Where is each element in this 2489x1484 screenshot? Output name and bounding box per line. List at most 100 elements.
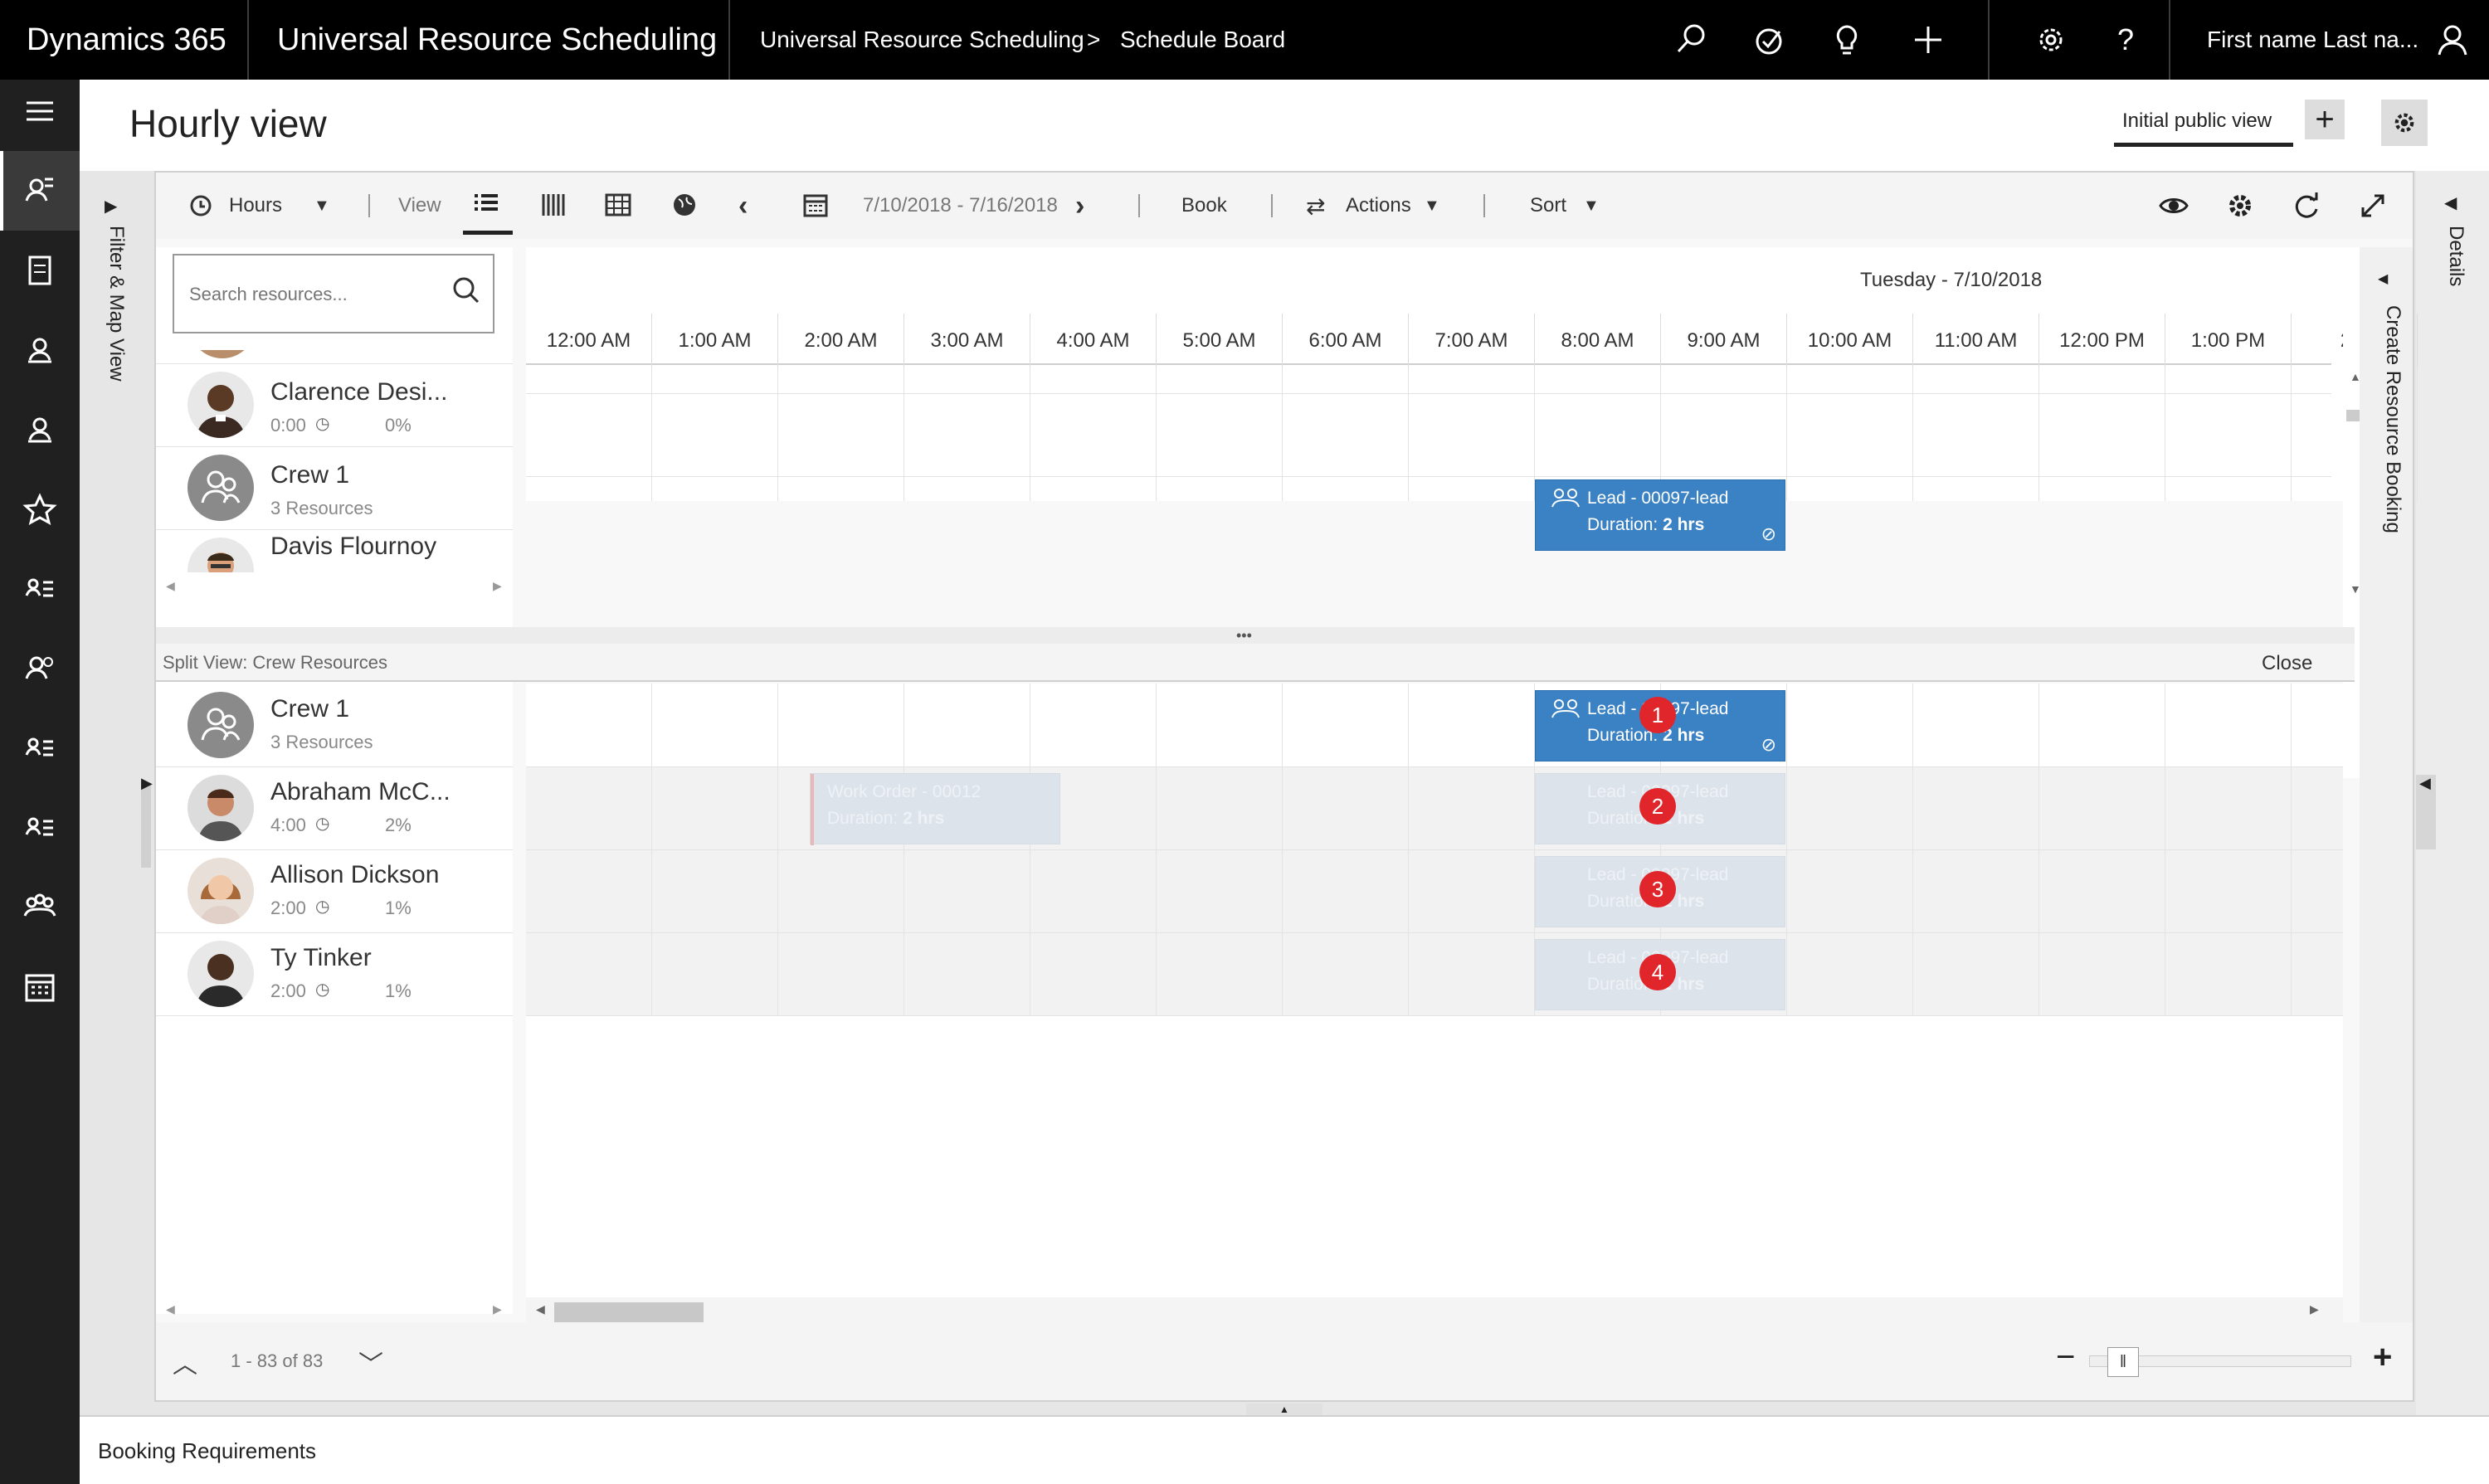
- grid-cell[interactable]: [904, 368, 1030, 501]
- account-icon[interactable]: [20, 410, 60, 450]
- tab-initial-public-view[interactable]: Initial public view: [2122, 109, 2272, 133]
- user-name[interactable]: First name Last na...: [2207, 0, 2418, 80]
- filter-map-label[interactable]: Filter & Map View: [95, 226, 128, 425]
- new-plus-icon[interactable]: [1908, 20, 1948, 60]
- calendar-icon[interactable]: [20, 967, 60, 1007]
- actions-dropdown[interactable]: Actions: [1346, 173, 1411, 239]
- booking-requirements-label[interactable]: Booking Requirements: [98, 1438, 316, 1464]
- vertical-view-icon[interactable]: [539, 191, 567, 219]
- hamburger-menu-icon[interactable]: [20, 91, 60, 131]
- contact-icon[interactable]: [20, 330, 60, 370]
- left-collapse-icon[interactable]: ▶: [141, 775, 153, 792]
- resource-list-icon-2[interactable]: [20, 728, 60, 768]
- create-resource-booking-label[interactable]: Create Resource Booking: [2371, 305, 2404, 571]
- grid-cell[interactable]: [2165, 368, 2292, 501]
- split-view-close-button[interactable]: Close: [2262, 652, 2312, 675]
- scroll-left-icon[interactable]: ◀: [166, 579, 175, 593]
- scrollbar-thumb[interactable]: [554, 1302, 704, 1324]
- search-icon[interactable]: [450, 274, 483, 307]
- breadcrumb-schedule-board[interactable]: Schedule Board: [1120, 0, 1285, 80]
- zoom-slider-handle[interactable]: ‖: [2107, 1347, 2139, 1377]
- app-name[interactable]: Universal Resource Scheduling: [277, 0, 717, 80]
- task-icon[interactable]: [1749, 20, 1789, 60]
- expand-create-booking-icon[interactable]: ◀: [2378, 270, 2388, 287]
- search-input[interactable]: [189, 280, 438, 309]
- details-label[interactable]: Details: [2434, 226, 2467, 392]
- next-arrow-icon[interactable]: ›: [1075, 173, 1084, 239]
- previous-arrow-icon[interactable]: ‹: [738, 173, 748, 239]
- grid-cell[interactable]: [1030, 368, 1157, 501]
- grid-cell[interactable]: [778, 368, 904, 501]
- document-icon[interactable]: [20, 251, 60, 290]
- filter-map-panel[interactable]: ▶ Filter & Map View ▶: [80, 171, 153, 1415]
- book-button[interactable]: Book: [1181, 173, 1227, 239]
- help-icon[interactable]: ?: [2117, 0, 2134, 80]
- lightbulb-icon[interactable]: [1827, 20, 1867, 60]
- actions-chevron-down-icon[interactable]: ▼: [1424, 173, 1440, 239]
- map-globe-icon[interactable]: [670, 191, 699, 219]
- booking-requirements-bar[interactable]: Booking Requirements: [80, 1415, 2489, 1484]
- grid-cell[interactable]: [652, 368, 778, 501]
- scroll-left-icon[interactable]: ◀: [166, 1302, 175, 1316]
- date-header: Tuesday - 7/10/2018: [1860, 269, 2043, 291]
- split-row-abraham[interactable]: Abraham McC... 4:00 ◷ 2%: [156, 766, 513, 849]
- booking-requirements-expand-handle[interactable]: ▲: [1246, 1404, 1322, 1415]
- resource-list-icon-3[interactable]: [20, 808, 60, 848]
- details-panel[interactable]: ◀ Details ◀: [2416, 171, 2489, 1415]
- zoom-out-icon[interactable]: −: [2056, 1339, 2075, 1376]
- list-view-icon[interactable]: [471, 191, 501, 217]
- booking-lead-crew-top[interactable]: Lead - 00097-lead Duration: 2 hrs ⊘: [1535, 479, 1785, 551]
- settings-gear-icon[interactable]: [2031, 20, 2071, 60]
- breadcrumb-app[interactable]: Universal Resource Scheduling: [760, 0, 1084, 80]
- zoom-in-icon[interactable]: +: [2373, 1339, 2392, 1376]
- brand-name[interactable]: Dynamics 365: [27, 0, 226, 80]
- split-row-crew-1[interactable]: Crew 1 3 Resources: [156, 684, 513, 766]
- resource-row-crew-1[interactable]: Crew 1 3 Resources: [156, 446, 513, 529]
- date-range[interactable]: 7/10/2018 - 7/16/2018: [863, 173, 1058, 239]
- calendar-icon[interactable]: [801, 191, 830, 219]
- grid-cell[interactable]: [1913, 368, 2039, 501]
- grid-cell[interactable]: [2039, 368, 2165, 501]
- scroll-left-icon[interactable]: ◀: [536, 1302, 545, 1316]
- crew-icon[interactable]: [20, 888, 60, 927]
- grid-cell[interactable]: [1157, 368, 1283, 501]
- fullscreen-expand-icon[interactable]: [2358, 191, 2388, 221]
- page-up-icon[interactable]: ︿: [173, 1344, 197, 1380]
- create-resource-booking-panel[interactable]: ◀ Create Resource Booking: [2360, 247, 2413, 1392]
- scroll-right-icon[interactable]: ▶: [493, 579, 502, 593]
- expand-details-icon[interactable]: ◀: [2444, 192, 2457, 213]
- resource-row-davis[interactable]: Davis Flournoy: [156, 529, 513, 572]
- resource-row-clarence[interactable]: Clarence Desi... 0:00 ◷ 0%: [156, 363, 513, 446]
- scroll-right-icon[interactable]: ▶: [493, 1302, 502, 1316]
- horizontal-scrollbar[interactable]: ◀ ▶: [526, 1297, 2343, 1326]
- board-settings-gear-icon[interactable]: [2225, 191, 2255, 221]
- hours-dropdown[interactable]: Hours: [229, 173, 282, 239]
- grid-view-icon[interactable]: [604, 191, 632, 219]
- refresh-icon[interactable]: [2292, 191, 2321, 221]
- grid-cell[interactable]: [1283, 368, 1409, 501]
- people-icon[interactable]: [20, 649, 60, 688]
- favorites-star-icon[interactable]: [20, 489, 60, 529]
- page-down-icon[interactable]: ﹀: [358, 1344, 383, 1380]
- split-row-ty-tinker[interactable]: Ty Tinker 2:00 ◷ 1%: [156, 932, 513, 1015]
- add-tab-button[interactable]: +: [2305, 100, 2345, 139]
- split-resize-handle[interactable]: •••: [156, 627, 2355, 644]
- expand-filter-icon[interactable]: ▶: [105, 196, 117, 217]
- details-collapse-icon[interactable]: ◀: [2419, 775, 2431, 792]
- resources-icon[interactable]: [20, 171, 60, 211]
- search-icon[interactable]: [1671, 20, 1711, 60]
- grid-cell[interactable]: [1787, 368, 1913, 501]
- scroll-right-icon[interactable]: ▶: [2310, 1302, 2319, 1316]
- resource-list-icon[interactable]: [20, 569, 60, 609]
- search-resources-box[interactable]: [173, 254, 494, 333]
- sort-dropdown[interactable]: Sort: [1530, 173, 1566, 239]
- eye-icon[interactable]: [2159, 192, 2189, 219]
- grid-cell[interactable]: [526, 368, 652, 501]
- grid-cell[interactable]: [1409, 368, 1535, 501]
- sort-chevron-down-icon[interactable]: ▼: [1583, 173, 1600, 239]
- hours-chevron-down-icon[interactable]: ▼: [314, 173, 330, 239]
- split-row-allison[interactable]: Allison Dickson 2:00 ◷ 1%: [156, 849, 513, 932]
- booking-work-order-ghost[interactable]: Work Order - 00012 Duration: 2 hrs: [810, 773, 1060, 845]
- tab-settings-button[interactable]: [2381, 100, 2428, 146]
- user-avatar-icon[interactable]: [2433, 20, 2472, 60]
